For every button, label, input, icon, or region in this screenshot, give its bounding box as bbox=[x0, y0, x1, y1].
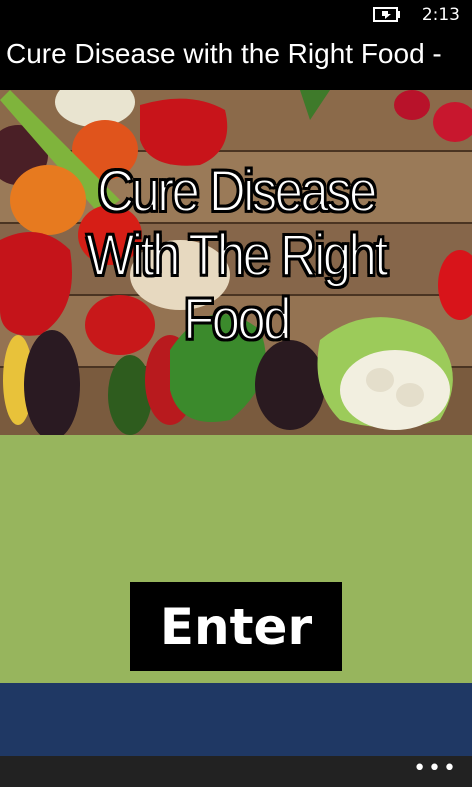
app-title-bar: Cure Disease with the Right Food - bbox=[0, 30, 472, 90]
footer-band bbox=[0, 683, 472, 756]
ellipsis-icon[interactable]: ••• bbox=[413, 758, 458, 780]
hero-title-line1: Cure Disease bbox=[96, 159, 378, 225]
app-title: Cure Disease with the Right Food - bbox=[6, 38, 442, 69]
status-time: 2:13 bbox=[421, 5, 460, 25]
status-bar: 2:13 bbox=[0, 0, 472, 30]
hero-title-line2: With The Right Food bbox=[85, 223, 389, 353]
enter-button[interactable]: Enter bbox=[130, 582, 342, 671]
app-bar: ••• bbox=[0, 756, 472, 787]
hero-title: Cure Disease With The Right Food bbox=[28, 159, 443, 353]
hero-image: Cure Disease With The Right Food bbox=[0, 90, 472, 435]
battery-charging-icon bbox=[373, 7, 400, 22]
